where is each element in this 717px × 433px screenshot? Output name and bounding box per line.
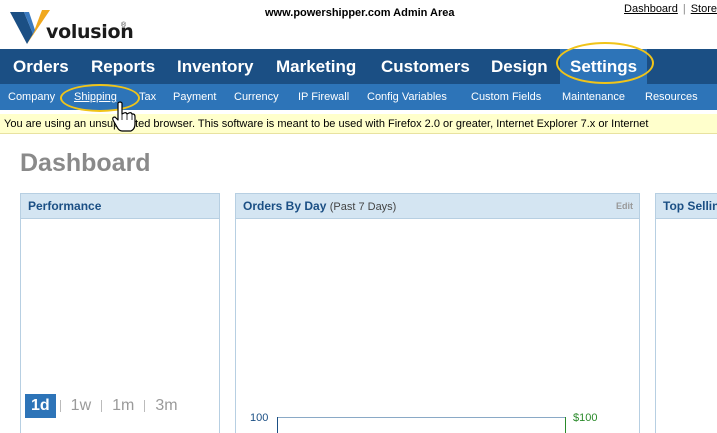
orders-by-day-edit-link[interactable]: Edit xyxy=(616,194,633,218)
subnav-config-variables[interactable]: Config Variables xyxy=(367,84,447,110)
range-3m-button[interactable]: 3m xyxy=(149,394,183,418)
nav-reports[interactable]: Reports xyxy=(91,49,155,84)
subnav-currency[interactable]: Currency xyxy=(234,84,279,110)
range-1d-button[interactable]: 1d xyxy=(25,394,56,418)
performance-panel-header: Performance xyxy=(21,194,219,219)
main-nav: Orders Reports Inventory Marketing Custo… xyxy=(0,49,717,84)
unsupported-browser-warning: You are using an unsupported browser. Th… xyxy=(0,114,717,134)
subnav-maintenance[interactable]: Maintenance xyxy=(562,84,625,110)
hand-pointer-icon xyxy=(112,101,136,132)
orders-by-day-subtitle: (Past 7 Days) xyxy=(329,201,397,213)
nav-orders[interactable]: Orders xyxy=(13,49,69,84)
top-links: Dashboard | Store xyxy=(624,3,717,15)
right-axis-top-label: $100 xyxy=(573,412,598,424)
subnav-tax[interactable]: Tax xyxy=(139,84,156,110)
chart-top-gridline xyxy=(277,417,565,418)
link-separator: | xyxy=(682,3,686,15)
nav-design[interactable]: Design xyxy=(491,49,548,84)
subnav-company[interactable]: Company xyxy=(8,84,55,110)
dashboard-link[interactable]: Dashboard xyxy=(624,3,678,15)
top-selling-panel-header: Top Selling xyxy=(656,194,717,219)
orders-by-day-panel: Orders By Day (Past 7 Days) Edit 100 $10… xyxy=(235,193,640,433)
subnav-payment[interactable]: Payment xyxy=(173,84,216,110)
performance-panel: Performance 1d 1w 1m 3m xyxy=(20,193,220,433)
performance-range-selector: 1d 1w 1m 3m xyxy=(25,394,184,418)
subnav-ip-firewall[interactable]: IP Firewall xyxy=(298,84,349,110)
chart-left-axis xyxy=(277,417,278,433)
orders-by-day-panel-header: Orders By Day (Past 7 Days) Edit xyxy=(236,194,639,219)
admin-area-title: www.powershipper.com Admin Area xyxy=(265,7,455,19)
page-title: Dashboard xyxy=(20,149,151,177)
subnav-custom-fields[interactable]: Custom Fields xyxy=(471,84,541,110)
top-bar: volusion ® www.powershipper.com Admin Ar… xyxy=(0,0,717,49)
nav-customers[interactable]: Customers xyxy=(381,49,470,84)
nav-inventory[interactable]: Inventory xyxy=(177,49,254,84)
left-axis-top-label: 100 xyxy=(250,412,269,424)
performance-panel-title: Performance xyxy=(28,199,102,213)
logo-registered-mark: ® xyxy=(121,22,127,29)
range-1m-button[interactable]: 1m xyxy=(106,394,140,418)
nav-settings[interactable]: Settings xyxy=(560,49,648,84)
top-selling-panel: Top Selling xyxy=(655,193,717,433)
chart-right-axis xyxy=(565,417,566,433)
range-divider xyxy=(144,400,146,412)
range-1w-button[interactable]: 1w xyxy=(65,394,97,418)
settings-sub-nav: Company Shipping Tax Payment Currency IP… xyxy=(0,84,717,110)
subnav-resources[interactable]: Resources xyxy=(645,84,698,110)
range-divider xyxy=(59,400,61,412)
store-link[interactable]: Store xyxy=(691,3,717,15)
nav-marketing[interactable]: Marketing xyxy=(276,49,356,84)
range-divider xyxy=(101,400,103,412)
top-selling-title: Top Selling xyxy=(663,199,717,213)
orders-by-day-title: Orders By Day xyxy=(243,199,327,213)
